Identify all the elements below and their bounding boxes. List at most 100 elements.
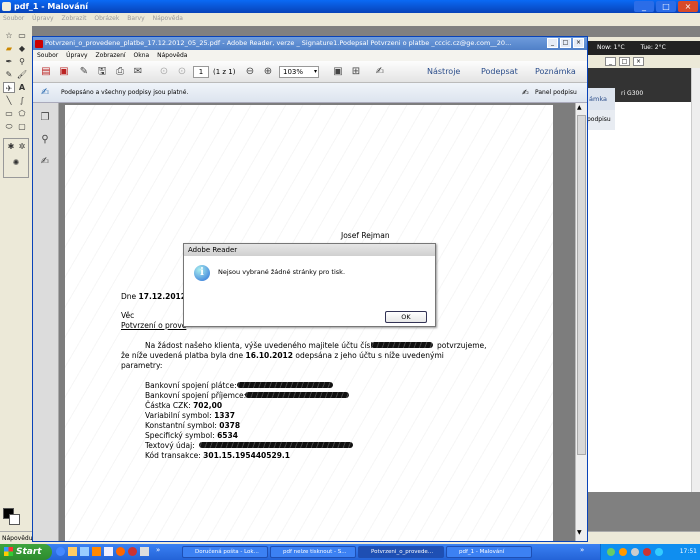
media-icon[interactable]: [92, 547, 101, 556]
browser-minimize-icon[interactable]: _: [605, 57, 616, 66]
free-select-icon[interactable]: ☆: [3, 30, 15, 41]
rounded-rect-icon[interactable]: ▢: [16, 121, 28, 132]
start-label: Start: [16, 547, 42, 557]
fill-icon[interactable]: ◆: [16, 43, 28, 54]
paint-minimize-button[interactable]: _: [634, 1, 654, 12]
paint-menu-napoveda[interactable]: Nápověda: [153, 15, 183, 22]
sign-button[interactable]: Podepsat: [481, 66, 518, 78]
brush-icon[interactable]: 🖌: [16, 69, 28, 80]
paint-menu-zobrazit[interactable]: Zobrazit: [62, 15, 87, 22]
scroll-thumb[interactable]: [577, 115, 586, 455]
fit-width-icon[interactable]: ⊞: [349, 65, 363, 79]
save-icon[interactable]: 🖫: [95, 65, 109, 79]
pencil-icon[interactable]: ✎: [3, 69, 15, 80]
system-tray: 17:51: [600, 544, 700, 560]
line-icon[interactable]: ╲: [3, 95, 15, 106]
select-icon[interactable]: ▭: [16, 30, 28, 41]
zoom-out-icon[interactable]: ⊖: [243, 65, 257, 79]
ellipse-icon[interactable]: ⬭: [3, 121, 15, 132]
ie-icon[interactable]: [56, 547, 65, 556]
paint-menu-upravy[interactable]: Úpravy: [32, 15, 53, 22]
task-browser[interactable]: pdf nelze tisknout - S...: [270, 546, 356, 558]
explorer-icon[interactable]: [68, 547, 77, 556]
paragraph-line-2a: že níže uvedená platba byla dne: [121, 351, 244, 360]
fit-page-icon[interactable]: ▣: [331, 65, 345, 79]
page-up-icon[interactable]: ⊙: [157, 65, 171, 79]
tray-update-icon[interactable]: [655, 548, 663, 556]
task-mail[interactable]: Doručená pošta - Lok...: [182, 546, 268, 558]
tray-antivirus-icon[interactable]: [643, 548, 651, 556]
spray-medium-icon[interactable]: ✲: [16, 141, 28, 152]
email-icon[interactable]: ✉: [131, 65, 145, 79]
page-down-icon[interactable]: ⊙: [175, 65, 189, 79]
tray-network-icon[interactable]: [607, 548, 615, 556]
sign-tool-icon[interactable]: ✍: [373, 65, 387, 79]
firefox-icon[interactable]: [116, 547, 125, 556]
adobe-menu-soubor[interactable]: Soubor: [37, 52, 58, 59]
text-icon[interactable]: A: [16, 82, 28, 93]
polygon-icon[interactable]: ⬠: [16, 108, 28, 119]
adobe-maximize-button[interactable]: □: [560, 38, 571, 48]
zoom-select[interactable]: 103% ▾: [279, 66, 319, 78]
adobe-menu-okna[interactable]: Okna: [134, 52, 150, 59]
rectangle-icon[interactable]: ▭: [3, 108, 15, 119]
adobe-title-bar[interactable]: Potvrzeni_o_provedene_platbe_17.12.2012_…: [33, 37, 587, 50]
notepad-icon[interactable]: [140, 547, 149, 556]
print-icon[interactable]: ⎙: [113, 65, 127, 79]
paint-menu-barvy[interactable]: Barvy: [127, 15, 144, 22]
paint-menu-obrazek[interactable]: Obrázek: [94, 15, 119, 22]
signature-panel-button[interactable]: ✍ Panel podpisu: [521, 86, 581, 100]
curve-icon[interactable]: ∫: [16, 95, 28, 106]
task-adobe[interactable]: Potvrzeni_o_provede...: [358, 546, 444, 558]
tools-button[interactable]: Nástroje: [427, 66, 460, 78]
attachments-icon[interactable]: ⚲: [38, 133, 52, 147]
quicklaunch-more-icon[interactable]: »: [156, 546, 160, 554]
dialog-title-bar[interactable]: Adobe Reader: [184, 244, 435, 256]
taskbar-extra-icon[interactable]: »: [580, 546, 592, 558]
spray-large-icon[interactable]: ✺: [10, 157, 22, 168]
adobe-close-button[interactable]: ×: [573, 38, 584, 48]
adobe-menu-upravy[interactable]: Úpravy: [66, 52, 87, 59]
paint-menu-soubor[interactable]: Soubor: [3, 15, 24, 22]
paint-title-bar[interactable]: pdf_1 - Malování: [0, 0, 700, 13]
scroll-down-arrow[interactable]: ▼: [577, 529, 582, 536]
browser-maximize-icon[interactable]: □: [619, 57, 630, 66]
create-pdf-icon[interactable]: ▤: [39, 65, 53, 79]
save-pdf-icon[interactable]: ▣: [57, 65, 71, 79]
airbrush-icon[interactable]: ✈: [3, 82, 15, 93]
magnifier-icon[interactable]: ⚲: [16, 56, 28, 67]
paint-close-button[interactable]: ×: [678, 1, 698, 12]
zoom-in-icon[interactable]: ⊕: [261, 65, 275, 79]
scroll-up-arrow[interactable]: ▲: [577, 104, 582, 111]
browser-sign-tab[interactable]: ámka: [585, 88, 615, 110]
mail-icon[interactable]: [104, 547, 113, 556]
comment-button[interactable]: Poznámka: [535, 66, 576, 78]
color-swatch-secondary[interactable]: [9, 514, 20, 525]
signatures-icon[interactable]: ✍: [38, 155, 52, 169]
page-number-input[interactable]: 1: [193, 66, 209, 78]
tray-volume-icon[interactable]: [631, 548, 639, 556]
zoom-value: 103%: [283, 68, 304, 76]
adobe-menu-zobrazeni[interactable]: Zobrazení: [96, 52, 126, 59]
paint-maximize-button[interactable]: □: [656, 1, 676, 12]
document-scrollbar[interactable]: ▲ ▼: [575, 103, 587, 541]
start-button[interactable]: Start: [0, 544, 52, 560]
dialog-ok-button[interactable]: OK: [385, 311, 427, 323]
subject-text: Potvrzení o prove: [121, 321, 187, 330]
adobe-menu-napoveda[interactable]: Nápověda: [157, 52, 187, 59]
page-thumbnails-icon[interactable]: ❐: [38, 111, 52, 125]
desktop-icon[interactable]: [80, 547, 89, 556]
signature-valid-icon: ✍: [41, 87, 50, 98]
opera-icon[interactable]: [128, 547, 137, 556]
paint-toolbox: ☆ ▭ ▰ ◆ ✒ ⚲ ✎ 🖌 ✈ A ╲ ∫ ▭ ⬠ ⬭ ▢ ✱ ✲ ✺: [0, 26, 32, 486]
tray-security-icon[interactable]: [619, 548, 627, 556]
tool-options-box[interactable]: ✱ ✲ ✺: [3, 138, 29, 178]
browser-scrollbar[interactable]: [691, 68, 700, 492]
browser-close-icon[interactable]: ×: [633, 57, 644, 66]
picker-icon[interactable]: ✒: [3, 56, 15, 67]
adobe-minimize-button[interactable]: _: [547, 38, 558, 48]
clock[interactable]: 17:51: [680, 548, 697, 555]
edit-icon[interactable]: ✎: [77, 65, 91, 79]
eraser-icon[interactable]: ▰: [3, 43, 15, 54]
task-paint[interactable]: pdf_1 - Malování: [446, 546, 532, 558]
